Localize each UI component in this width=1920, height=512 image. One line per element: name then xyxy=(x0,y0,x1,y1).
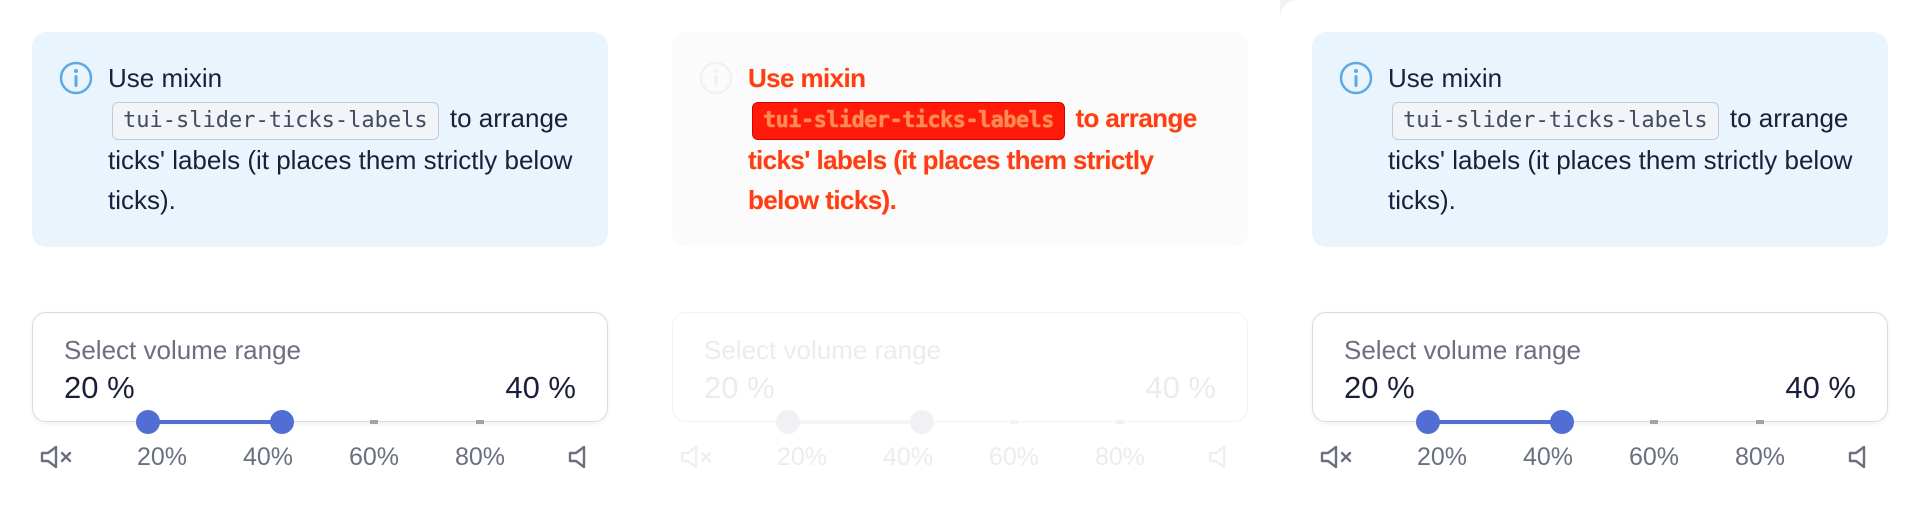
volume-icon xyxy=(1848,444,1870,475)
tick-label: 40% xyxy=(242,443,294,471)
demo-panel-2: Use mixin tui-slider-ticks-labels to arr… xyxy=(640,0,1280,512)
notification-lead: Use mixin xyxy=(108,63,223,93)
range-value-to[interactable]: 40 % xyxy=(1785,370,1856,406)
range-label: Select volume range xyxy=(64,335,302,365)
range-label: Select volume range xyxy=(704,335,942,365)
notification-text: Use mixin tui-slider-ticks-labels to arr… xyxy=(748,58,1218,220)
range-fill xyxy=(1428,420,1562,424)
range-card: Select volume range 20 % 40 % xyxy=(672,312,1248,422)
tick-label: 40% xyxy=(1522,443,1574,471)
notification-text: Use mixin tui-slider-ticks-labels to arr… xyxy=(1388,58,1858,220)
mixin-code: tui-slider-ticks-labels xyxy=(1392,102,1719,140)
volume-mute-icon xyxy=(40,444,74,475)
tick-label: 80% xyxy=(454,443,506,471)
range-knob-from[interactable] xyxy=(1416,410,1440,434)
range-card: Select volume range 20 % 40 % xyxy=(1312,312,1888,422)
mixin-code: tui-slider-ticks-labels xyxy=(752,102,1065,140)
range-knob-from[interactable] xyxy=(776,410,800,434)
range-knob-to[interactable] xyxy=(270,410,294,434)
demo-panel-3: Use mixin tui-slider-ticks-labels to arr… xyxy=(1280,0,1920,512)
info-icon xyxy=(58,60,94,101)
tick-60 xyxy=(1010,420,1018,424)
tick-label: 60% xyxy=(988,443,1040,471)
info-icon xyxy=(698,60,734,101)
range-value-from[interactable]: 20 % xyxy=(1344,370,1415,406)
tick-label: 80% xyxy=(1094,443,1146,471)
tick-60 xyxy=(370,420,378,424)
tick-80 xyxy=(1756,420,1764,424)
volume-mute-icon xyxy=(680,444,714,475)
info-icon xyxy=(1338,60,1374,101)
range-value-from[interactable]: 20 % xyxy=(64,370,135,406)
range-fill xyxy=(788,420,922,424)
tick-label: 60% xyxy=(348,443,400,471)
mixin-code: tui-slider-ticks-labels xyxy=(112,102,439,140)
demo-panel-1: Use mixin tui-slider-ticks-labels to arr… xyxy=(0,0,640,512)
range-card: Select volume range 20 % 40 % xyxy=(32,312,608,422)
tick-80 xyxy=(1116,420,1124,424)
notification-lead: Use mixin xyxy=(748,63,866,93)
range-knob-to[interactable] xyxy=(910,410,934,434)
range-value-from[interactable]: 20 % xyxy=(704,370,775,406)
tick-label: 20% xyxy=(1416,443,1468,471)
volume-icon xyxy=(1208,444,1230,475)
notification-text: Use mixin tui-slider-ticks-labels to arr… xyxy=(108,58,578,220)
tick-label: 20% xyxy=(136,443,188,471)
tick-80 xyxy=(476,420,484,424)
range-fill xyxy=(148,420,282,424)
tick-label: 20% xyxy=(776,443,828,471)
info-notification: Use mixin tui-slider-ticks-labels to arr… xyxy=(1312,32,1888,247)
tick-60 xyxy=(1650,420,1658,424)
range-value-to[interactable]: 40 % xyxy=(505,370,576,406)
notification-lead: Use mixin xyxy=(1388,63,1503,93)
tick-label: 60% xyxy=(1628,443,1680,471)
volume-mute-icon xyxy=(1320,444,1354,475)
range-knob-from[interactable] xyxy=(136,410,160,434)
volume-icon xyxy=(568,444,590,475)
range-knob-to[interactable] xyxy=(1550,410,1574,434)
tick-label: 40% xyxy=(882,443,934,471)
range-label: Select volume range xyxy=(1344,335,1582,365)
info-notification: Use mixin tui-slider-ticks-labels to arr… xyxy=(672,32,1248,247)
tick-label: 80% xyxy=(1734,443,1786,471)
range-value-to[interactable]: 40 % xyxy=(1145,370,1216,406)
info-notification: Use mixin tui-slider-ticks-labels to arr… xyxy=(32,32,608,247)
